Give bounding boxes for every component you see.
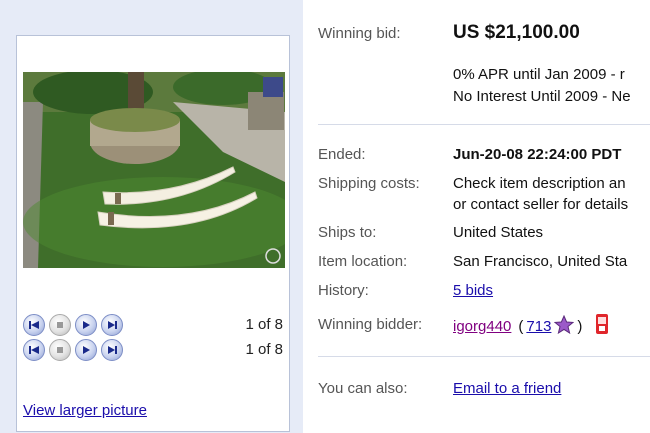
stop-icon[interactable]	[49, 314, 71, 336]
view-larger-link[interactable]: View larger picture	[23, 402, 147, 419]
item-location-label: Item location:	[318, 253, 408, 270]
photo-counter: 1 of 8	[245, 341, 283, 358]
red-phone-icon[interactable]	[595, 313, 609, 339]
open-paren: (	[518, 317, 524, 335]
first-icon[interactable]	[23, 339, 45, 361]
financing-line-2: No Interest Until 2009 - Ne	[453, 88, 631, 105]
photo-counter: 1 of 8	[245, 316, 283, 333]
next-icon[interactable]	[101, 339, 123, 361]
winning-bidder-info: igorg440 ( 713 )	[453, 313, 609, 339]
bidder-username-link[interactable]: igorg440	[453, 318, 511, 335]
item-photo[interactable]	[23, 72, 285, 268]
divider	[318, 124, 650, 125]
financing-line-1: 0% APR until Jan 2009 - r	[453, 66, 625, 83]
purple-star-icon[interactable]	[554, 314, 575, 338]
shipping-costs-line-1: Check item description an	[453, 175, 626, 192]
photo-gallery: 1 of 8 1 of 8 View larger picture	[16, 35, 290, 432]
ivory-tusks-image	[23, 72, 285, 268]
you-can-also-label: You can also:	[318, 380, 408, 397]
first-icon[interactable]	[23, 314, 45, 336]
shipping-costs-label: Shipping costs:	[318, 175, 420, 192]
stop-icon[interactable]	[49, 339, 71, 361]
photo-nav-row-2	[23, 339, 123, 361]
divider	[318, 356, 650, 357]
play-icon[interactable]	[75, 314, 97, 336]
bid-history-link[interactable]: 5 bids	[453, 282, 493, 299]
ended-label: Ended:	[318, 146, 366, 163]
item-location-value: San Francisco, United Sta	[453, 253, 628, 270]
winning-bid-amount: US $21,100.00	[453, 22, 580, 43]
ships-to-value: United States	[453, 224, 544, 241]
next-icon[interactable]	[101, 314, 123, 336]
feedback-score-link[interactable]: 713	[526, 318, 551, 335]
winning-bid-label: Winning bid:	[318, 25, 401, 42]
ended-value: Jun-20-08 22:24:00 PDT	[453, 146, 622, 163]
play-icon[interactable]	[75, 339, 97, 361]
winning-bidder-label: Winning bidder:	[318, 316, 423, 333]
email-friend-link[interactable]: Email to a friend	[453, 380, 561, 397]
shipping-costs-line-2: or contact seller for details	[453, 196, 629, 213]
ships-to-label: Ships to:	[318, 224, 377, 241]
close-paren: )	[577, 317, 583, 335]
history-label: History:	[318, 282, 369, 299]
photo-nav-row-1	[23, 314, 123, 336]
